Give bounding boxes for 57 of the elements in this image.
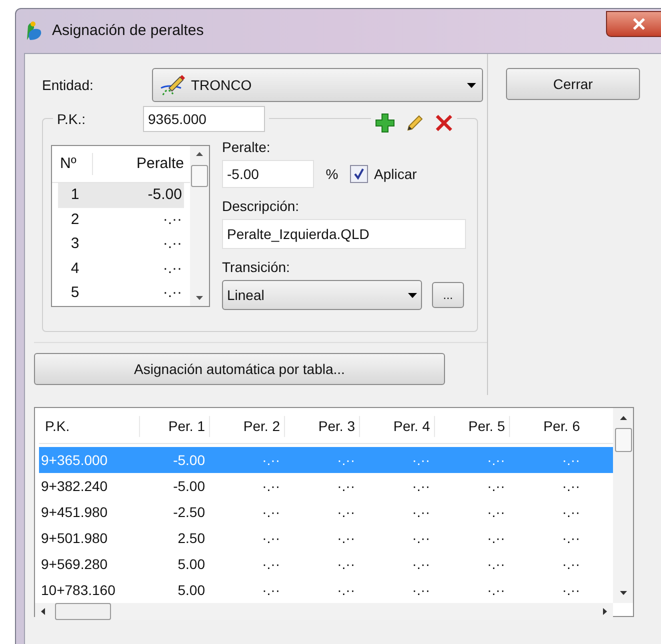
table-row[interactable]: 9+501.980 2.50 ·.·· ·.·· ·.·· ·.·· ·.·· bbox=[39, 525, 613, 551]
scroll-up-icon[interactable] bbox=[620, 416, 626, 420]
description-field[interactable]: Peralte_Izquierda.QLD bbox=[222, 219, 466, 249]
aplicar-label: Aplicar bbox=[374, 164, 417, 184]
transition-dropdown[interactable]: Lineal bbox=[222, 280, 422, 310]
scrollbar-thumb[interactable] bbox=[191, 165, 208, 187]
checkmark-icon bbox=[353, 168, 365, 180]
column-header[interactable]: Per. 4 bbox=[359, 416, 434, 437]
column-header[interactable]: Per. 3 bbox=[284, 416, 359, 437]
peralte-label: Peralte: bbox=[222, 138, 272, 157]
auto-assign-button[interactable]: Asignación automática por tabla... bbox=[34, 353, 445, 385]
table-row[interactable]: 9+451.980 -2.50 ·.·· ·.·· ·.·· ·.·· ·.·· bbox=[39, 499, 613, 525]
scroll-right-icon[interactable] bbox=[603, 608, 607, 615]
scroll-down-icon[interactable] bbox=[620, 591, 626, 595]
descripcion-label: Descripción: bbox=[222, 197, 300, 216]
entity-dropdown[interactable]: TRONCO bbox=[152, 68, 483, 102]
scroll-up-icon[interactable] bbox=[196, 152, 203, 156]
dropdown-caret-icon bbox=[408, 292, 417, 298]
add-icon[interactable] bbox=[375, 113, 395, 133]
column-header[interactable]: P.K. bbox=[39, 416, 139, 437]
window-title: Asignación de peraltes bbox=[52, 20, 204, 41]
table-row[interactable]: 9+569.280 5.00 ·.·· ·.·· ·.·· ·.·· ·.·· bbox=[39, 551, 613, 577]
peralte-field[interactable]: -5.00 bbox=[222, 160, 314, 188]
percent-label: % bbox=[324, 164, 340, 184]
pk-field[interactable]: 9365.000 bbox=[143, 106, 265, 132]
vertical-scrollbar[interactable] bbox=[613, 408, 633, 603]
horizontal-scrollbar[interactable] bbox=[35, 603, 613, 620]
alignment-pencil-icon bbox=[159, 74, 187, 96]
app-logo-icon bbox=[24, 20, 44, 42]
apply-checkbox[interactable] bbox=[350, 165, 368, 183]
column-header[interactable]: Per. 2 bbox=[209, 416, 284, 437]
dropdown-caret-icon bbox=[467, 82, 476, 88]
browse-button[interactable]: ... bbox=[432, 282, 464, 308]
list-row[interactable]: 5 ·.·· bbox=[58, 281, 184, 306]
scrollbar-thumb[interactable] bbox=[55, 603, 111, 620]
list-row[interactable]: 4 ·.·· bbox=[58, 256, 184, 282]
column-header[interactable]: Per. 1 bbox=[139, 416, 209, 437]
close-icon bbox=[633, 18, 645, 30]
table-row[interactable]: 10+783.160 5.00 ·.·· ·.·· ·.·· ·.·· ·.·· bbox=[39, 577, 613, 603]
pk-label: P.K.: bbox=[57, 110, 87, 128]
scrollbar-thumb[interactable] bbox=[614, 428, 632, 452]
table-row[interactable]: 9+382.240 -5.00 ·.·· ·.·· ·.·· ·.·· ·.·· bbox=[39, 473, 613, 499]
column-header[interactable]: Per. 6 bbox=[509, 416, 584, 437]
list-row[interactable]: 2 ·.·· bbox=[58, 208, 184, 232]
list-row[interactable]: 3 ·.·· bbox=[58, 232, 184, 257]
scroll-left-icon[interactable] bbox=[41, 608, 45, 615]
close-button[interactable] bbox=[606, 11, 661, 37]
cerrar-button[interactable]: Cerrar bbox=[506, 68, 640, 100]
column-header[interactable]: Per. 5 bbox=[434, 416, 509, 437]
column-header[interactable]: Nº bbox=[52, 152, 92, 176]
transicion-label: Transición: bbox=[222, 258, 291, 277]
list-row[interactable]: 1 -5.00 bbox=[58, 183, 184, 208]
scroll-down-icon[interactable] bbox=[196, 296, 203, 300]
edit-pencil-icon[interactable] bbox=[405, 113, 425, 133]
entidad-label: Entidad: bbox=[42, 76, 94, 94]
delete-icon[interactable] bbox=[435, 114, 453, 132]
vertical-scrollbar[interactable] bbox=[190, 146, 209, 306]
